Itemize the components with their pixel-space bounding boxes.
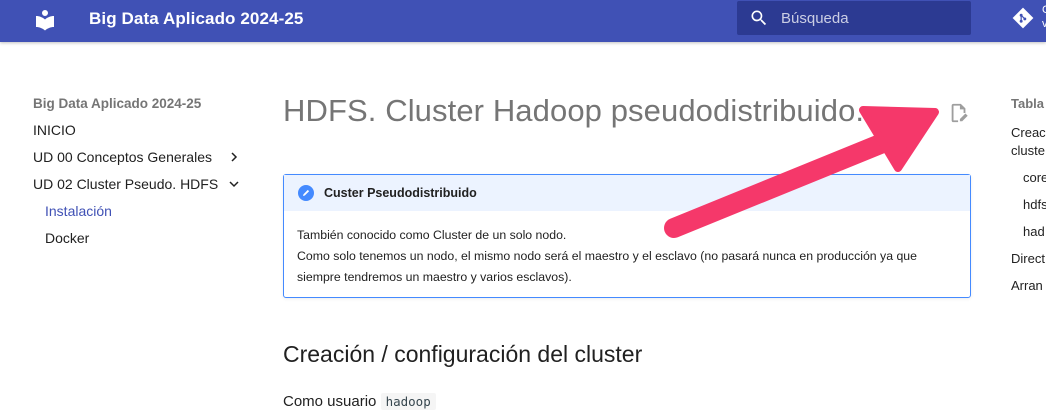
- toc-title: Tabla: [1011, 96, 1044, 111]
- toc-item[interactable]: Direct: [1011, 251, 1045, 266]
- nav-title: Big Data Aplicado 2024-25: [33, 96, 202, 111]
- top-header: Big Data Aplicado 2024-25 Búsqueda G v: [0, 0, 1046, 42]
- paragraph-text: Como usuario: [283, 393, 377, 410]
- sidebar-item-label: Docker: [45, 230, 90, 246]
- admonition-line: Como solo tenemos un nodo, el mismo nodo…: [297, 249, 917, 263]
- search-input[interactable]: Búsqueda: [781, 10, 849, 27]
- chevron-down-icon[interactable]: [228, 178, 240, 190]
- sidebar-item-inicio[interactable]: INICIO: [33, 121, 248, 148]
- search-box[interactable]: Búsqueda: [737, 1, 971, 35]
- pencil-icon: [298, 185, 314, 201]
- repo-text: G v: [1042, 4, 1046, 30]
- page-title: HDFS. Cluster Hadoop pseudodistribuido.: [283, 93, 865, 128]
- edit-page-icon[interactable]: [948, 102, 970, 124]
- section-heading: Creación / configuración del cluster: [283, 341, 643, 367]
- book-logo-icon[interactable]: [33, 8, 57, 32]
- sidebar-item-docker[interactable]: Docker: [33, 229, 248, 256]
- admonition-line: También conocido como Cluster de un solo…: [297, 228, 567, 242]
- sidebar-item-instalacion[interactable]: Instalación: [33, 202, 248, 229]
- sidebar-item-label: Instalación: [45, 203, 112, 219]
- sidebar-item-ud00[interactable]: UD 00 Conceptos Generales: [33, 148, 248, 175]
- sidebar-item-label: UD 02 Cluster Pseudo. HDFS: [33, 176, 219, 192]
- toc-item[interactable]: Creac: [1011, 125, 1046, 140]
- admonition-title: Custer Pseudodistribuido: [324, 186, 477, 200]
- paragraph: Como usuario hadoop: [283, 393, 436, 410]
- admonition-header: Custer Pseudodistribuido: [284, 175, 970, 211]
- inline-code: hadoop: [380, 393, 436, 410]
- toc-item[interactable]: had: [1023, 224, 1045, 239]
- toc-item[interactable]: hdfs: [1023, 197, 1046, 212]
- sidebar-nav: Big Data Aplicado 2024-25 INICIO UD 00 C…: [33, 96, 248, 256]
- repo-info[interactable]: G v: [1042, 3, 1046, 31]
- note-admonition: Custer Pseudodistribuido También conocid…: [283, 174, 971, 298]
- git-icon[interactable]: [1012, 7, 1034, 29]
- sidebar-item-label: INICIO: [33, 122, 76, 138]
- sidebar-item-ud02[interactable]: UD 02 Cluster Pseudo. HDFS: [33, 175, 248, 202]
- chevron-right-icon[interactable]: [228, 151, 240, 163]
- search-icon: [751, 10, 767, 26]
- toc-item[interactable]: cluste: [1011, 143, 1045, 158]
- admonition-line: siempre tendremos un maestro y varios es…: [297, 270, 572, 284]
- sidebar-item-label: UD 00 Conceptos Generales: [33, 149, 212, 165]
- toc-item[interactable]: core: [1023, 170, 1046, 185]
- admonition-body: También conocido como Cluster de un solo…: [284, 211, 970, 288]
- toc-item[interactable]: Arran: [1011, 278, 1043, 293]
- site-title[interactable]: Big Data Aplicado 2024-25: [89, 9, 303, 29]
